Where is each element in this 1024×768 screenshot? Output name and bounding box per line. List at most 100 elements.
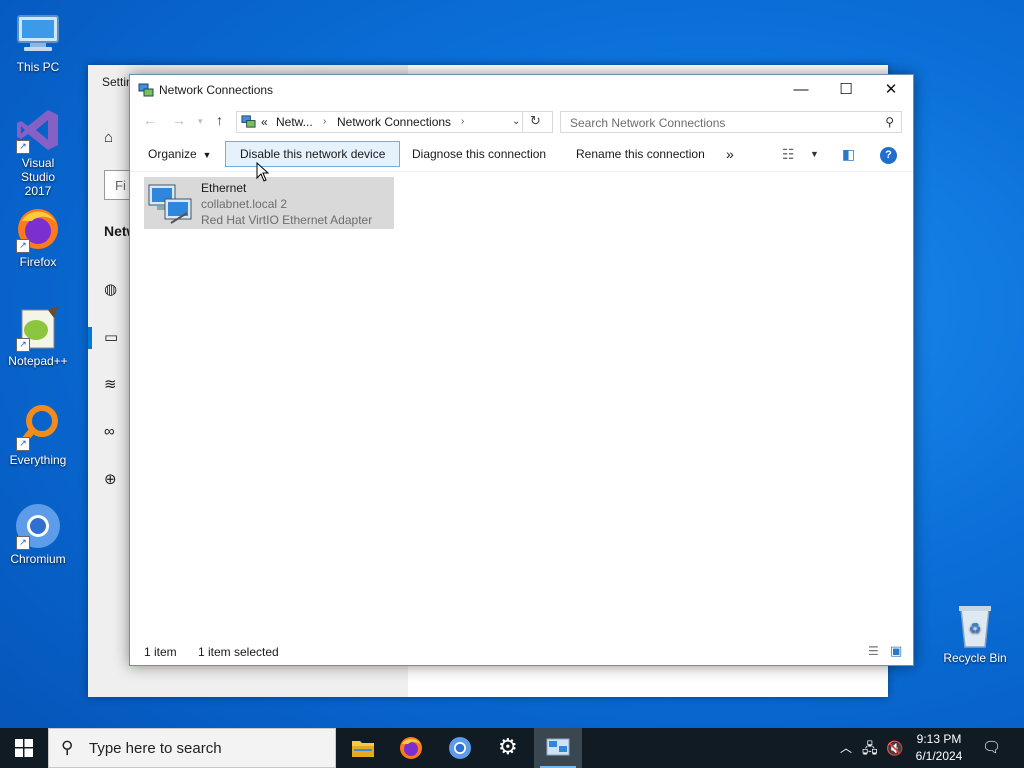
network-connections-icon [138,82,154,98]
globe-icon[interactable]: ⊕ [104,470,117,488]
clock-time: 9:13 PM [916,732,962,746]
gear-icon: ⚙ [498,734,518,759]
notepad-plus-plus-icon: ↗ [14,304,62,352]
search-input[interactable] [568,114,872,132]
mouse-cursor-icon [256,161,270,185]
search-box[interactable]: ⚲ [560,111,902,133]
recent-chevron-icon[interactable]: ▾ [198,116,203,127]
desktop-icon-label: This PC [16,60,60,74]
tray-chevron-icon[interactable]: ︿ [840,728,852,768]
breadcrumb-separator-icon[interactable]: › [323,116,326,127]
desktop-icon-notepad-plus-plus[interactable]: ↗ Notepad++ [0,304,76,368]
maximize-button[interactable]: ☐ [823,75,869,105]
clock-date: 6/1/2024 [915,749,963,763]
desktop-icon-visual-studio[interactable]: ↗ Visual Studio 2017 [0,106,76,198]
taskbar-firefox[interactable] [387,728,435,768]
view-options-icon[interactable]: ☷ [778,141,799,167]
breadcrumb-item-current[interactable]: Network Connections [337,115,451,129]
chevron-down-icon: ▼ [200,150,212,160]
network-connections-window[interactable]: Network Connections — ☐ ✕ ← → ▾ ↑ « Netw… [129,74,914,666]
desktop-icon-label: Recycle Bin [943,651,1007,665]
nav-selection-indicator [88,327,92,349]
breadcrumb-overflow[interactable]: « [261,115,268,129]
breadcrumb-item[interactable]: Netw... [276,115,313,129]
title-bar[interactable]: Network Connections — ☐ ✕ [130,75,913,105]
chromium-icon [449,737,471,759]
refresh-button[interactable]: ↻ [522,111,548,133]
taskbar-chromium[interactable] [436,728,484,768]
organize-button[interactable]: Organize ▼ [134,141,225,167]
preview-pane-icon[interactable]: ◧ [834,141,863,167]
ethernet-icon[interactable]: ▭ [104,328,118,346]
up-arrow-icon[interactable]: ↑ [216,112,223,128]
diagnose-connection-button[interactable]: Diagnose this connection [398,141,560,167]
home-icon[interactable]: ⌂ [104,129,113,146]
svg-text:♻: ♻ [969,621,982,637]
taskbar-search-box[interactable]: ⚲ Type here to search [48,728,336,768]
status-bar: 1 item 1 item selected ☰ ▣ [130,641,913,665]
notifications-icon[interactable]: 🗨 [982,728,1001,768]
details-view-icon[interactable]: ☰ [868,644,879,658]
desktop-icon-firefox[interactable]: ↗ Firefox [0,205,76,269]
address-bar[interactable]: « Netw... › Network Connections › ⌄ [236,111,553,133]
rename-connection-button[interactable]: Rename this connection [562,141,719,167]
start-button[interactable] [0,728,48,768]
more-commands-button[interactable]: » [712,141,748,167]
organize-label: Organize [148,147,197,161]
desktop-icon-label: Visual Studio 2017 [20,156,56,198]
file-list[interactable]: Ethernet collabnet.local 2 Red Hat VirtI… [130,172,913,639]
desktop-icon-this-pc[interactable]: This PC [0,10,76,74]
breadcrumb-separator-icon[interactable]: › [461,116,464,127]
recycle-bin-icon: ♻ [951,601,999,649]
magnifier-icon: ↗ [14,403,62,451]
back-arrow-icon[interactable]: ← [143,112,157,128]
folder-network-icon [241,114,256,132]
tiles-view-icon[interactable]: ▣ [890,643,902,659]
desktop-icon-label: Firefox [19,255,57,269]
search-icon[interactable]: ⚲ [885,115,894,129]
desktop-icon-label: Everything [9,453,67,467]
windows-logo-icon [15,739,33,757]
search-icon: ⚲ [61,738,74,757]
view-dropdown-icon[interactable]: ▼ [802,141,827,167]
close-button[interactable]: ✕ [868,75,914,105]
shortcut-arrow-icon: ↗ [16,437,30,451]
folder-icon [352,741,374,757]
network-status-icon[interactable]: 🖧 [862,728,878,768]
ethernet-adapter-icon [147,179,195,227]
connection-name: Ethernet [201,181,247,195]
connection-network: collabnet.local 2 [201,197,288,211]
item-count: 1 item [144,645,177,659]
desktop-icon-label: Chromium [10,552,66,566]
taskbar-clock[interactable]: 9:13 PM 6/1/2024 [905,731,973,765]
vpn-icon[interactable]: ∞ [104,423,115,440]
shortcut-arrow-icon: ↗ [16,536,30,550]
selected-count: 1 item selected [198,645,279,659]
taskbar-settings[interactable]: ⚙ [485,728,533,768]
computer-icon [14,10,62,58]
address-row: ← → ▾ ↑ « Netw... › Network Connections … [130,109,913,135]
minimize-button[interactable]: — [778,75,824,105]
connection-adapter: Red Hat VirtIO Ethernet Adapter [201,213,373,227]
taskbar-network-connections[interactable] [534,728,582,768]
taskbar: ⚲ Type here to search ⚙ ︿ 🖧 🔇 9:13 PM 6/… [0,728,1024,768]
desktop-icon-label: Notepad++ [8,354,68,368]
desktop-icon-recycle-bin[interactable]: ♻ Recycle Bin [937,601,1013,665]
dialup-icon[interactable]: ≋ [104,375,117,393]
window-title: Network Connections [159,83,274,97]
desktop-icon-chromium[interactable]: ↗ Chromium [0,502,76,566]
taskbar-search-placeholder: Type here to search [89,740,222,757]
forward-arrow-icon[interactable]: → [172,112,186,128]
address-dropdown-icon[interactable]: ⌄ [512,116,520,127]
command-bar: Organize ▼ Disable this network device D… [130,141,913,172]
taskbar-file-explorer[interactable] [339,728,387,768]
desktop-icon-everything[interactable]: ↗ Everything [0,403,76,467]
shortcut-arrow-icon: ↗ [16,140,30,154]
disable-network-device-button[interactable]: Disable this network device [225,141,401,167]
chromium-icon: ↗ [14,502,62,550]
volume-muted-icon[interactable]: 🔇 [886,728,903,768]
help-icon[interactable]: ? [874,141,903,167]
status-globe-icon[interactable]: ◍ [104,280,117,298]
shortcut-arrow-icon: ↗ [16,239,30,253]
firefox-icon [400,737,422,759]
